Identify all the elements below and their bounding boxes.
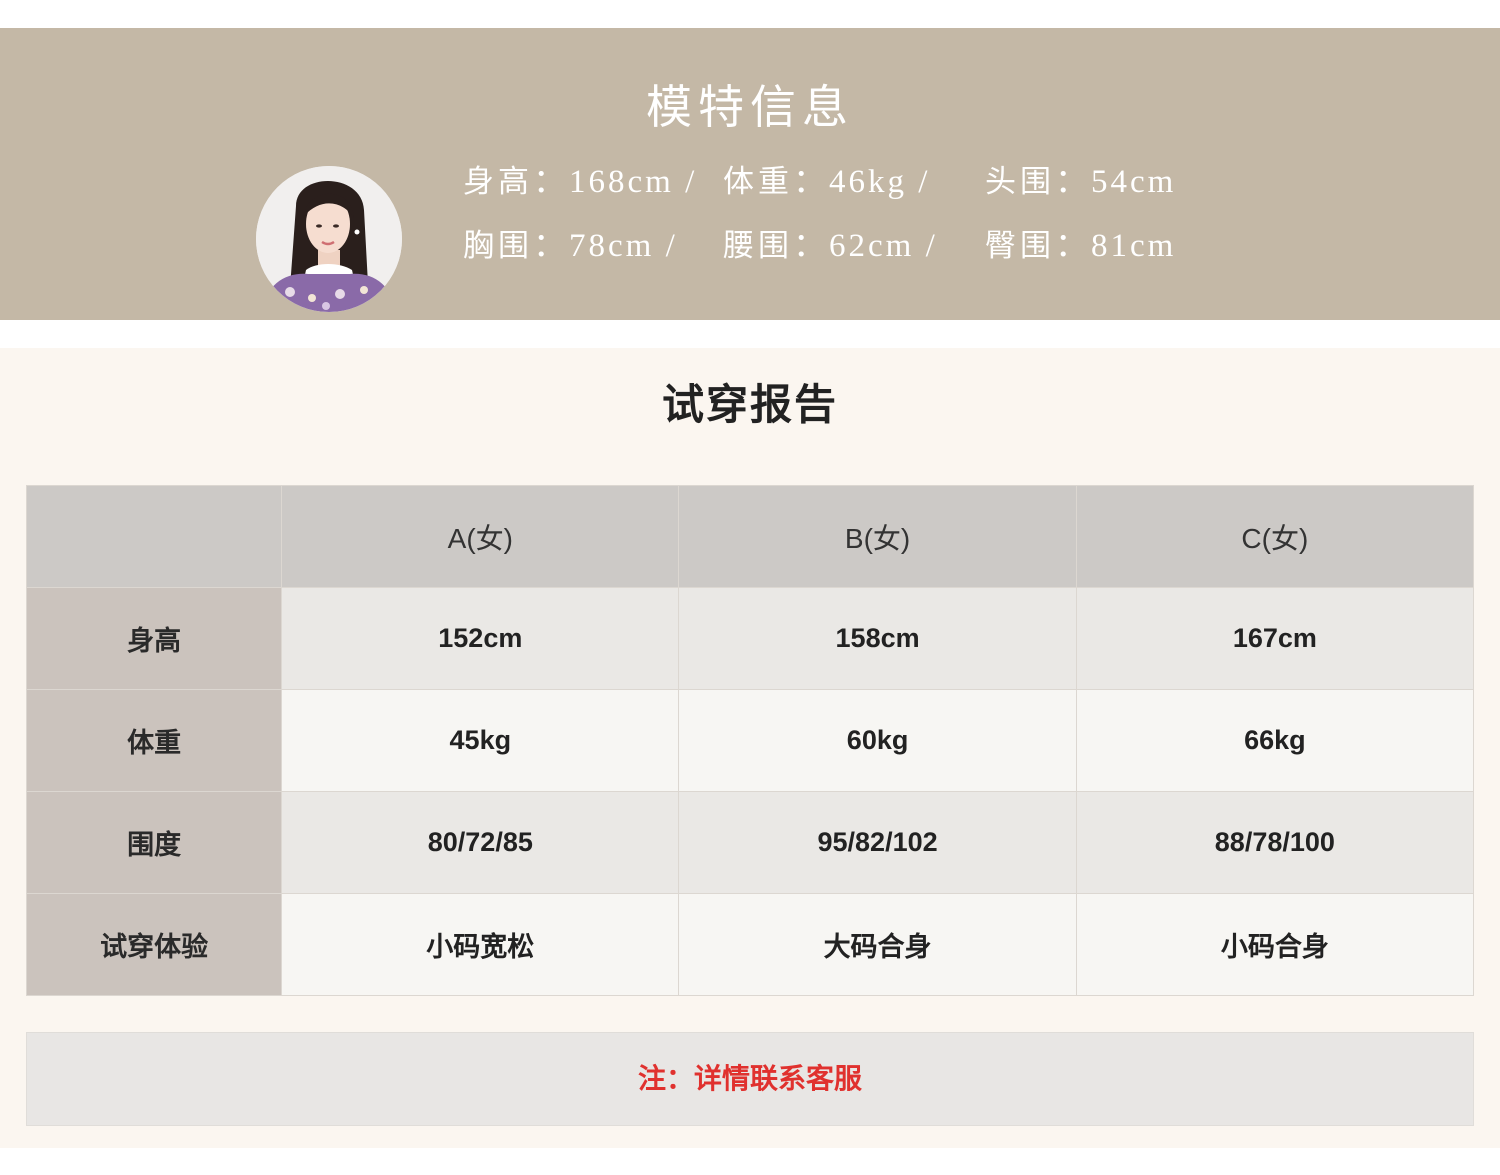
measure-head-value: 54cm (1091, 164, 1177, 200)
table-cell: 45kg (281, 689, 680, 792)
table-cell: 66kg (1075, 689, 1475, 792)
fitting-report-title: 试穿报告 (661, 380, 838, 429)
row-label-girth: 围度 (25, 791, 283, 894)
header-col-c: C(女) (1075, 485, 1475, 588)
table-cell: 88/78/100 (1075, 791, 1475, 894)
measure-waist-label: 腰围 (723, 228, 793, 264)
measure-hip-value: 81cm (1091, 228, 1177, 264)
measure-head: 头围：54cm (985, 166, 1176, 199)
table-cell: 167cm (1075, 587, 1475, 690)
table-row: 体重 45kg 60kg 66kg (25, 689, 1475, 792)
measure-hip-sep: ： (1055, 228, 1091, 264)
model-avatar (256, 166, 402, 312)
measure-hip-label: 臀围 (985, 228, 1055, 264)
row-label-fit-experience: 试穿体验 (25, 893, 283, 996)
measure-height: 身高：168cm / (463, 166, 697, 199)
table-cell: 152cm (281, 587, 680, 690)
row-label-weight: 体重 (25, 689, 283, 792)
measure-height-value: 168cm / (569, 164, 698, 200)
table-row: 围度 80/72/85 95/82/102 88/78/100 (25, 791, 1475, 894)
measure-weight: 体重：46kg / (723, 166, 930, 199)
measure-weight-label: 体重 (723, 164, 793, 200)
measure-height-sep: ： (533, 164, 569, 200)
measure-hip: 臀围：81cm (985, 230, 1176, 263)
table-header-row: A(女) B(女) C(女) (25, 485, 1475, 588)
table-cell: 60kg (678, 689, 1077, 792)
table-row: 试穿体验 小码宽松 大码合身 小码合身 (25, 893, 1475, 996)
measure-waist-value: 62cm / (829, 228, 938, 264)
measure-head-sep: ： (1055, 164, 1091, 200)
measure-waist: 腰围：62cm / (723, 230, 938, 263)
table-cell: 80/72/85 (281, 791, 680, 894)
table-cell: 158cm (678, 587, 1077, 690)
table-cell: 小码宽松 (281, 893, 680, 996)
model-info-banner: 模特信息 身高：168cm / 体重：46kg / 头围：54cm 胸围：78c… (0, 28, 1500, 320)
measure-weight-sep: ： (793, 164, 829, 200)
table-cell: 95/82/102 (678, 791, 1077, 894)
measure-bust-label: 胸围 (463, 228, 533, 264)
measure-bust-sep: ： (533, 228, 569, 264)
header-empty-cell (25, 485, 283, 588)
table-cell: 小码合身 (1075, 893, 1475, 996)
header-col-b: B(女) (678, 485, 1077, 588)
measure-waist-sep: ： (793, 228, 829, 264)
measure-height-label: 身高 (463, 164, 533, 200)
table-cell: 大码合身 (678, 893, 1077, 996)
measure-bust-value: 78cm / (569, 228, 678, 264)
table-row: 身高 152cm 158cm 167cm (25, 587, 1475, 690)
header-col-a: A(女) (281, 485, 680, 588)
measure-weight-value: 46kg / (829, 164, 931, 200)
fitting-report-section: 试穿报告 A(女) B(女) C(女) 身高 152cm 158cm 167cm… (0, 348, 1500, 1148)
contact-note: 注：详情联系客服 (26, 1032, 1474, 1126)
row-label-height: 身高 (25, 587, 283, 690)
fitting-report-table: A(女) B(女) C(女) 身高 152cm 158cm 167cm 体重 4… (25, 485, 1475, 996)
model-info-title: 模特信息 (646, 80, 854, 134)
measure-bust: 胸围：78cm / (463, 230, 678, 263)
measure-head-label: 头围 (985, 164, 1055, 200)
